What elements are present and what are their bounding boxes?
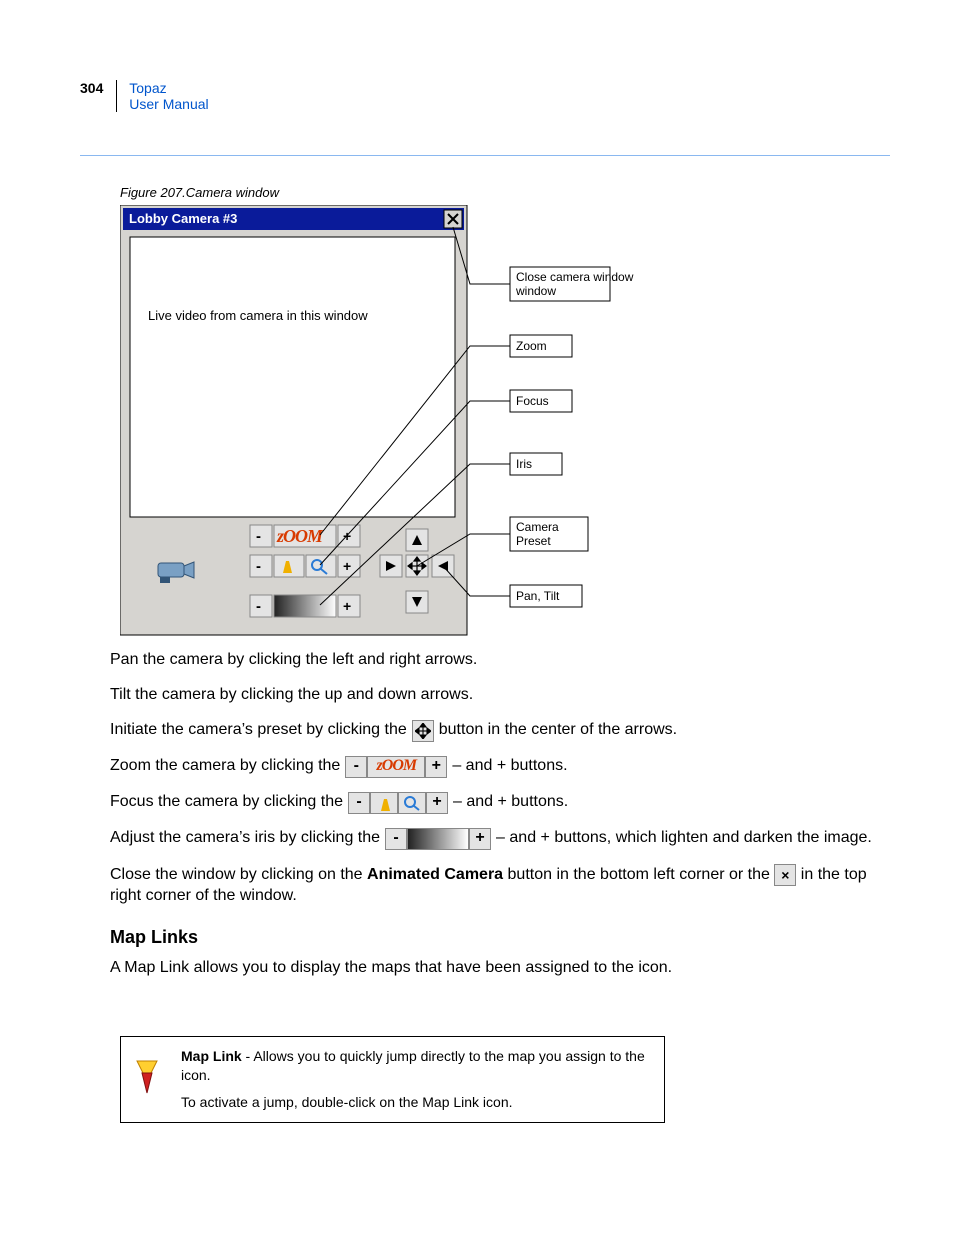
header-rule [80, 155, 890, 156]
close-button[interactable] [444, 210, 462, 228]
iris-control[interactable]: - + [250, 595, 360, 617]
minus-icon: - [348, 792, 370, 814]
zoom-label-icon: zOOM [276, 526, 324, 546]
maplink-icon [133, 1055, 163, 1104]
svg-text:Pan, Tilt: Pan, Tilt [516, 589, 560, 603]
para-close: Close the window by clicking on the Anim… [110, 864, 880, 907]
svg-text:Camera: Camera [516, 520, 559, 534]
page-number: 304 [80, 80, 103, 96]
preset-inline-icon [412, 720, 434, 742]
para-iris: Adjust the camera’s iris by clicking the… [110, 828, 880, 850]
plus-icon: + [426, 792, 448, 814]
svg-text:+: + [343, 598, 351, 614]
svg-text:-: - [256, 558, 261, 575]
maplink-line1: Map Link - Allows you to quickly jump di… [181, 1047, 654, 1085]
svg-text:Zoom: Zoom [516, 339, 547, 353]
callouts: Close camera window window Zoom Focus Ir… [510, 267, 634, 607]
svg-text:Preset: Preset [516, 534, 551, 548]
figure-caption: Figure 207.Camera window [120, 185, 279, 200]
svg-text:Close camera window: Close camera window [516, 270, 634, 284]
maplink-box: Map Link - Allows you to quickly jump di… [120, 1036, 665, 1123]
para-zoom: Zoom the camera by clicking the - zOOM +… [110, 756, 880, 778]
zoom-inline-icon: zOOM [367, 756, 425, 778]
window-title: Lobby Camera #3 [129, 211, 237, 226]
para-pan: Pan the camera by clicking the left and … [110, 650, 880, 671]
video-placeholder: Live video from camera in this window [148, 308, 368, 323]
zoom-control[interactable]: - zOOM + [250, 525, 360, 547]
header-divider [116, 80, 117, 112]
x-inline-icon: × [774, 864, 796, 886]
flame-inline-icon [370, 792, 398, 814]
para-focus: Focus the camera by clicking the - + – a… [110, 792, 880, 814]
svg-text:window: window [515, 284, 556, 298]
plus-icon: + [425, 756, 447, 778]
minus-icon: - [385, 828, 407, 850]
svg-text:+: + [343, 558, 351, 574]
magnifier-inline-icon [398, 792, 426, 814]
camera-window-figure: Lobby Camera #3 Live video from camera i… [120, 205, 700, 645]
plus-icon: + [469, 828, 491, 850]
product-name: Topaz [129, 80, 166, 96]
minus-icon: - [345, 756, 367, 778]
svg-text:-: - [256, 528, 261, 545]
doc-name: User Manual [129, 96, 208, 112]
body-content: Pan the camera by clicking the left and … [110, 650, 880, 993]
svg-text:Focus: Focus [516, 394, 549, 408]
section-heading: Map Links [110, 926, 880, 949]
section-intro: A Map Link allows you to display the map… [110, 958, 880, 979]
iris-inline-icon [407, 828, 469, 850]
header-title: Topaz User Manual [129, 80, 208, 112]
para-tilt: Tilt the camera by clicking the up and d… [110, 685, 880, 706]
svg-text:-: - [256, 598, 261, 615]
maplink-line2: To activate a jump, double-click on the … [181, 1093, 654, 1112]
para-preset: Initiate the camera’s preset by clicking… [110, 720, 880, 742]
svg-text:Iris: Iris [516, 457, 532, 471]
page-header: 304 Topaz User Manual [80, 80, 209, 112]
